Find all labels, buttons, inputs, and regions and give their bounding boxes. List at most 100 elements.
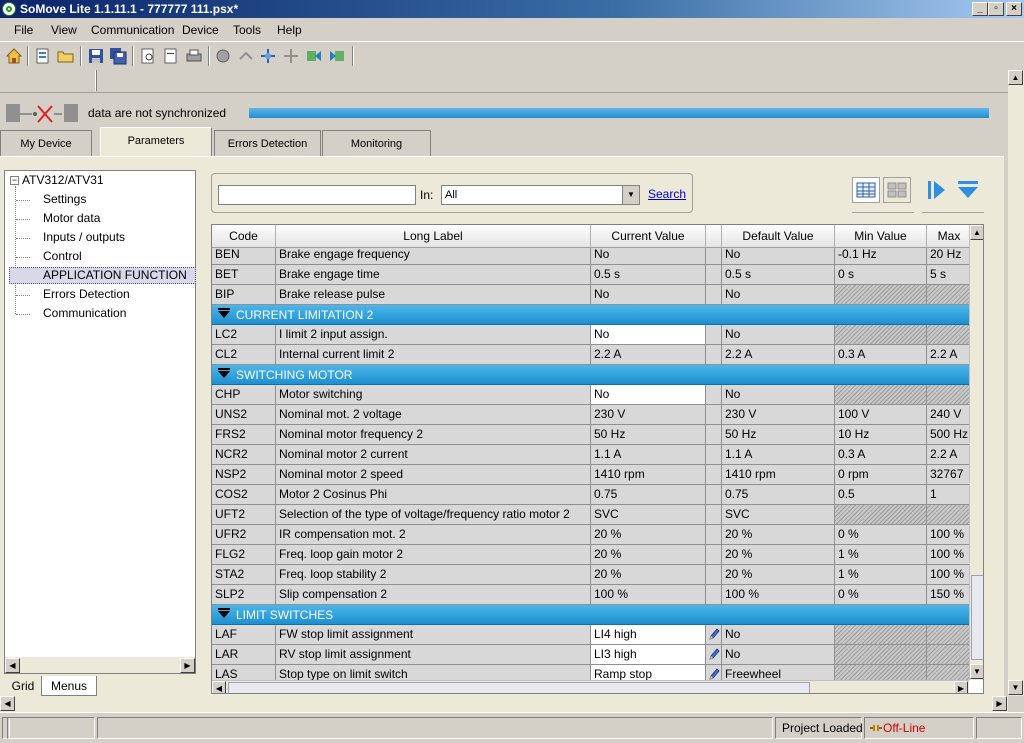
main-horizontal-scrollbar[interactable]: ◀ ▶ <box>0 696 1008 712</box>
cell-current[interactable]: 0.5 s <box>591 265 706 284</box>
cell-current[interactable]: 20 % <box>591 545 706 564</box>
expand-down-icon[interactable] <box>956 178 980 202</box>
column-code[interactable]: Code <box>212 225 276 247</box>
menu-view[interactable]: View <box>51 23 77 37</box>
tree-collapse-toggle[interactable]: − <box>10 176 19 185</box>
scroll-left-icon[interactable]: ◀ <box>5 658 20 673</box>
menu-help[interactable]: Help <box>277 23 302 37</box>
scroll-left-icon[interactable]: ◀ <box>212 681 226 693</box>
cell-current[interactable]: 1.1 A <box>591 445 706 464</box>
pencil-icon[interactable] <box>708 627 720 641</box>
group-header[interactable]: LIMIT SWITCHES <box>212 605 972 625</box>
table-row[interactable]: BEN Brake engage frequency No No -0.1 Hz 20 H… <box>212 248 972 265</box>
table-row[interactable]: UNS2 Nominal mot. 2 voltage 230 V 230 V 100 … <box>212 405 972 425</box>
tab-grid[interactable]: Grid <box>6 676 40 696</box>
page-setup-icon[interactable] <box>162 47 180 65</box>
grid-vertical-scrollbar[interactable]: ▲ ▼ <box>969 225 983 680</box>
edit-cell[interactable] <box>706 665 722 680</box>
table-row[interactable]: LAF FW stop limit assignment LI4 high No <box>212 625 972 645</box>
tree-horizontal-scrollbar[interactable]: ◀ ▶ <box>5 657 195 673</box>
grid-view-button[interactable] <box>852 177 880 203</box>
table-row[interactable]: FLG2 Freq. loop gain motor 2 20 % 20 % 1 % 10… <box>212 545 972 565</box>
menu-communication[interactable]: Communication <box>91 23 174 37</box>
tab-errors-detection[interactable]: Errors Detection <box>214 130 321 156</box>
table-row[interactable]: CHP Motor switching No No <box>212 385 972 405</box>
table-row[interactable]: UFR2 IR compensation mot. 2 20 % 20 % 0 % 100… <box>212 525 972 545</box>
scroll-right-icon[interactable]: ▶ <box>180 658 195 673</box>
table-row[interactable]: STA2 Freq. loop stability 2 20 % 20 % 1 % 100… <box>212 565 972 585</box>
collapse-triangle-icon[interactable] <box>218 308 230 318</box>
tree-item-communication[interactable]: Communication <box>43 306 126 320</box>
cell-current[interactable]: 20 % <box>591 565 706 584</box>
tree-item-control[interactable]: Control <box>43 249 82 263</box>
tab-my-device[interactable]: My Device <box>0 130 92 156</box>
cell-current[interactable]: 50 Hz <box>591 425 706 444</box>
tab-monitoring[interactable]: Monitoring <box>322 130 431 156</box>
cell-current[interactable]: 0.75 <box>591 485 706 504</box>
menu-tools[interactable]: Tools <box>233 23 261 37</box>
scroll-down-icon[interactable]: ▼ <box>1008 680 1023 695</box>
print-preview-icon[interactable] <box>139 47 157 65</box>
column-default-value[interactable]: Default Value <box>722 225 835 247</box>
scroll-down-icon[interactable]: ▼ <box>970 664 983 679</box>
cell-current[interactable]: 2.2 A <box>591 345 706 364</box>
cell-current[interactable]: 1410 rpm <box>591 465 706 484</box>
maximize-button[interactable]: ▫ <box>988 2 1004 16</box>
cell-current[interactable]: SVC <box>591 505 706 524</box>
connect-icon[interactable] <box>259 47 277 65</box>
grid-horizontal-scroll-thumb[interactable] <box>228 682 810 693</box>
tree-item-inputs-outputs[interactable]: Inputs / outputs <box>43 230 125 244</box>
main-vertical-scrollbar[interactable]: ▲ ▼ <box>1008 70 1024 696</box>
table-row[interactable]: NSP2 Nominal motor 2 speed 1410 rpm 1410 rp… <box>212 465 972 485</box>
cell-current[interactable]: No <box>591 385 706 404</box>
cell-current[interactable]: LI4 high <box>591 625 706 644</box>
table-row[interactable]: CL2 Internal current limit 2 2.2 A 2.2 A 0.3… <box>212 345 972 365</box>
collapse-triangle-icon[interactable] <box>218 608 230 618</box>
column-long-label[interactable]: Long Label <box>276 225 591 247</box>
disconnect-icon[interactable] <box>237 47 255 65</box>
scan-icon[interactable] <box>282 47 300 65</box>
column-current-value[interactable]: Current Value <box>591 225 706 247</box>
scroll-up-icon[interactable]: ▲ <box>970 225 983 240</box>
tab-parameters[interactable]: Parameters <box>100 127 212 157</box>
cell-current[interactable]: Ramp stop <box>591 665 706 680</box>
expand-right-icon[interactable] <box>926 178 948 202</box>
cell-current[interactable]: No <box>591 285 706 304</box>
search-button[interactable]: Search <box>648 187 686 201</box>
tree-root[interactable]: ATV312/ATV31 <box>22 173 104 187</box>
menu-file[interactable]: File <box>14 23 33 37</box>
menu-device[interactable]: Device <box>182 23 219 37</box>
table-row[interactable]: BET Brake engage time 0.5 s 0.5 s0 s5 s <box>212 265 972 285</box>
edit-cell[interactable] <box>706 625 722 644</box>
tree-item-application-function[interactable]: APPLICATION FUNCTION <box>9 267 196 284</box>
stop-icon[interactable] <box>214 47 232 65</box>
new-file-icon[interactable] <box>34 47 52 65</box>
column-min-value[interactable]: Min Value <box>835 225 927 247</box>
table-row[interactable]: NCR2 Nominal motor 2 current 1.1 A 1.1 A 0.3… <box>212 445 972 465</box>
column-max-value[interactable]: Max <box>927 225 972 247</box>
table-row[interactable]: BIP Brake release pulse No No <box>212 285 972 305</box>
scroll-left-icon[interactable]: ◀ <box>0 696 15 711</box>
group-header[interactable]: SWITCHING MOTOR <box>212 365 972 385</box>
cell-current[interactable]: LI3 high <box>591 645 706 664</box>
cell-current[interactable]: No <box>591 325 706 344</box>
cell-current[interactable]: No <box>591 248 706 264</box>
tree-item-settings[interactable]: Settings <box>43 192 86 206</box>
tile-view-button[interactable] <box>883 177 911 203</box>
table-row[interactable]: LAS Stop type on limit switch Ramp stop Fre… <box>212 665 972 680</box>
print-icon[interactable] <box>185 47 203 65</box>
tab-menus[interactable]: Menus <box>41 676 97 696</box>
open-folder-icon[interactable] <box>57 47 75 65</box>
table-row[interactable]: SLP2 Slip compensation 2 100 % 100 % 0 % 150 … <box>212 585 972 605</box>
store-to-device-icon[interactable] <box>328 47 346 65</box>
grid-vertical-scroll-thumb[interactable] <box>971 575 983 660</box>
collapse-triangle-icon[interactable] <box>218 368 230 378</box>
cell-current[interactable]: 20 % <box>591 525 706 544</box>
scroll-up-icon[interactable]: ▲ <box>1008 70 1023 85</box>
tree-item-motor-data[interactable]: Motor data <box>43 211 100 225</box>
load-from-device-icon[interactable] <box>305 47 323 65</box>
cell-current[interactable]: 230 V <box>591 405 706 424</box>
grid-horizontal-scrollbar[interactable]: ◀ ▶ <box>212 680 969 693</box>
edit-cell[interactable] <box>706 645 722 664</box>
pencil-icon[interactable] <box>708 647 720 661</box>
